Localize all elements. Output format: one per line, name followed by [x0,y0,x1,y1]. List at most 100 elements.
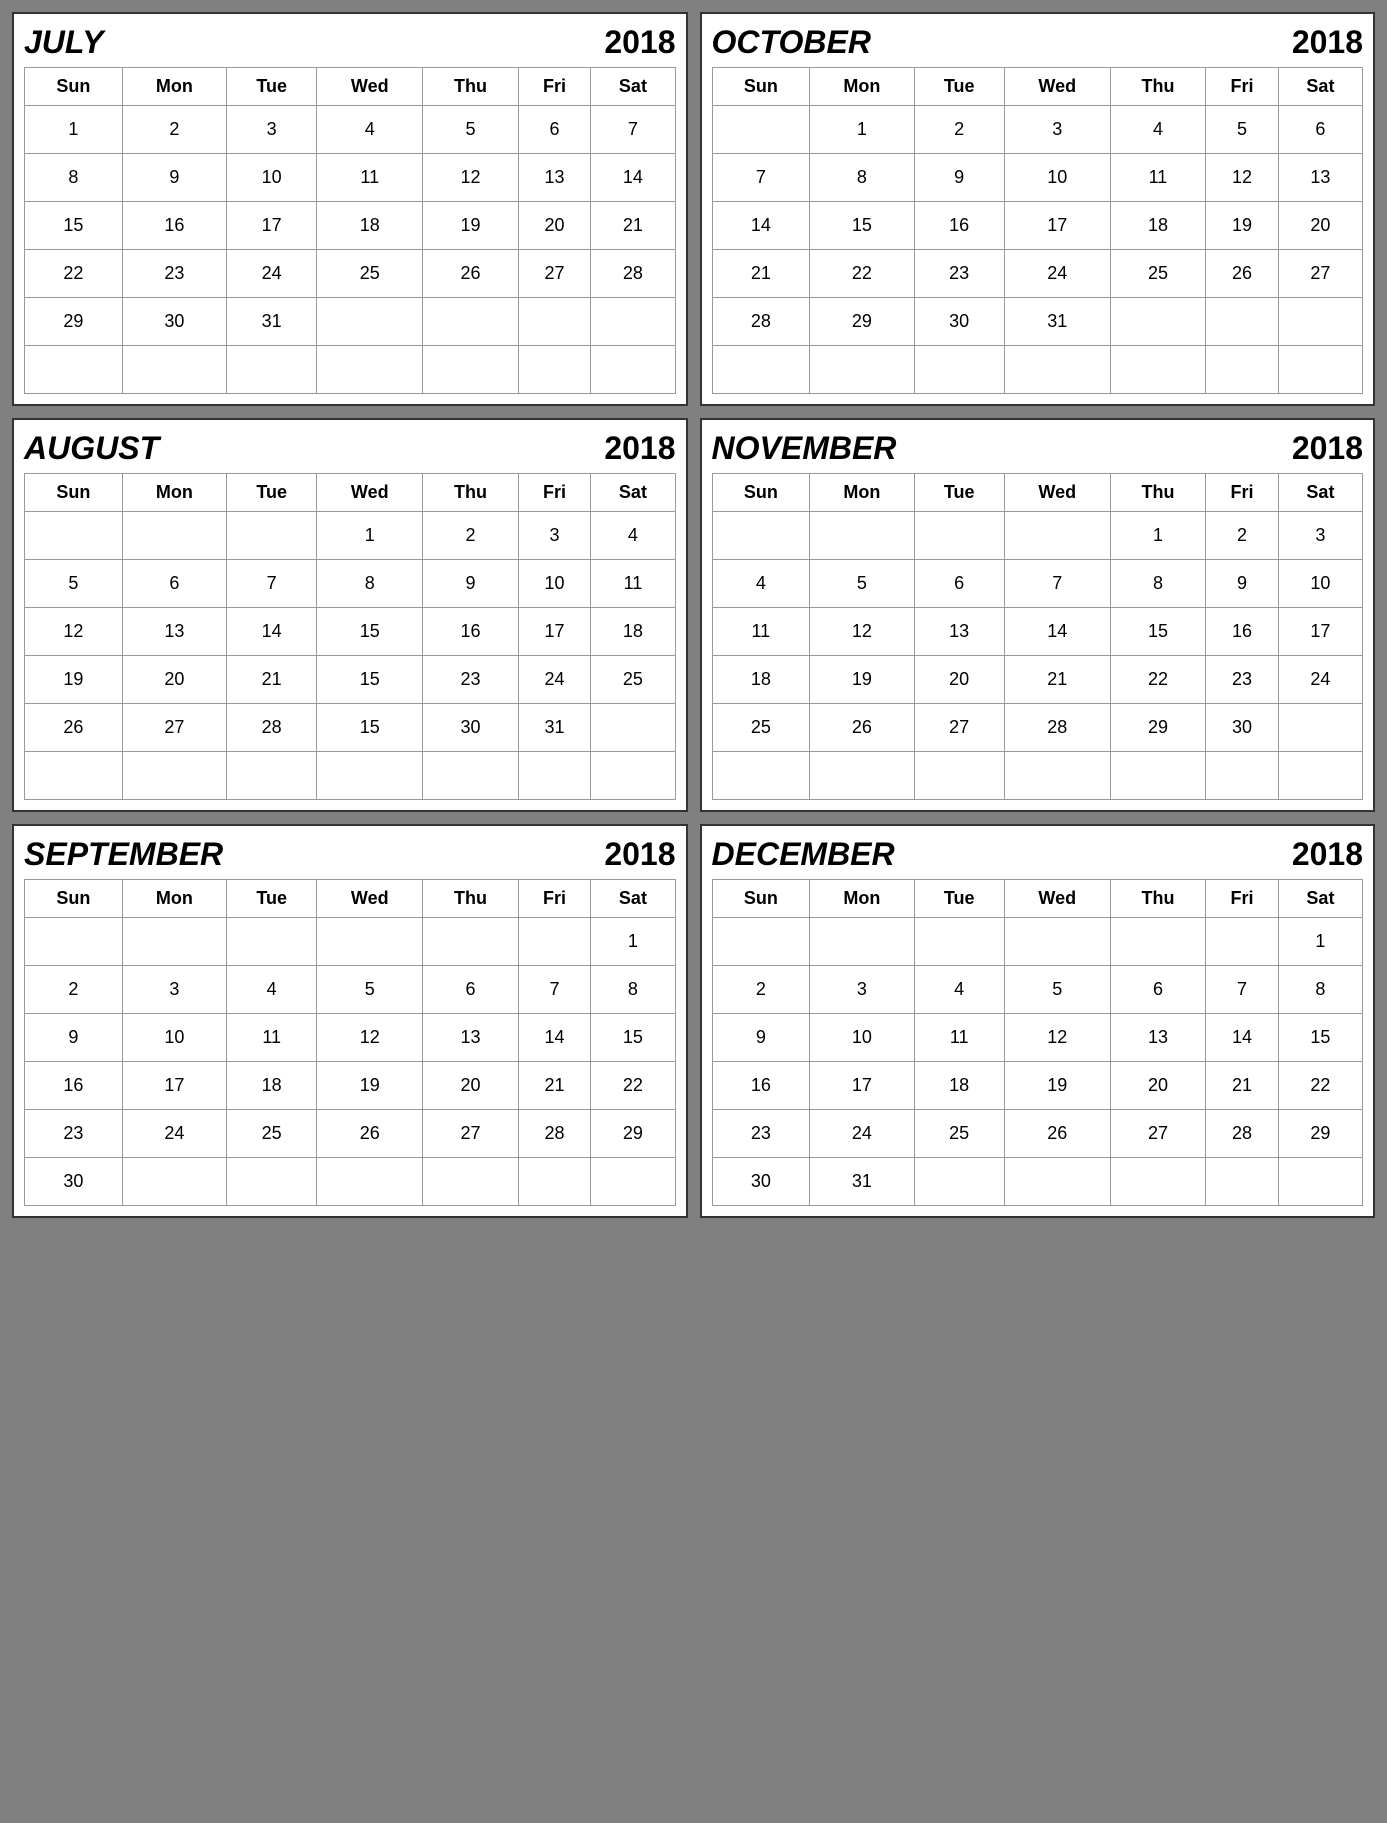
day-cell [914,512,1004,560]
day-cell: 25 [712,704,810,752]
day-cell: 29 [1110,704,1205,752]
day-header: Sat [1278,880,1362,918]
day-cell: 28 [712,298,810,346]
day-cell: 20 [423,1062,518,1110]
day-cell: 19 [1206,202,1279,250]
day-cell: 10 [1278,560,1362,608]
day-cell [914,918,1004,966]
day-cell: 2 [122,106,226,154]
table-row: 1234567 [25,106,676,154]
day-cell: 12 [25,608,123,656]
day-cell: 5 [317,966,423,1014]
day-cell [1278,1158,1362,1206]
calendar-table: SunMonTueWedThuFriSat1234567891011121314… [712,473,1364,800]
table-row: 567891011 [25,560,676,608]
day-cell: 1 [25,106,123,154]
table-row [712,346,1363,394]
day-cell: 3 [227,106,317,154]
day-cell [712,106,810,154]
day-cell: 15 [1110,608,1205,656]
day-cell: 1 [1278,918,1362,966]
day-cell: 9 [914,154,1004,202]
day-cell: 13 [914,608,1004,656]
day-cell: 1 [1110,512,1205,560]
day-cell: 26 [25,704,123,752]
day-cell: 23 [712,1110,810,1158]
day-cell [1004,512,1110,560]
table-row: 9101112131415 [25,1014,676,1062]
day-cell [423,298,518,346]
day-cell: 9 [122,154,226,202]
day-cell: 28 [1004,704,1110,752]
table-row: 78910111213 [712,154,1363,202]
year-label: 2018 [604,430,675,467]
day-header: Wed [317,474,423,512]
day-header: Wed [1004,474,1110,512]
day-cell: 29 [591,1110,675,1158]
day-cell: 21 [1004,656,1110,704]
table-row: 3031 [712,1158,1363,1206]
day-header: Sat [1278,68,1362,106]
day-cell: 24 [518,656,591,704]
day-cell: 8 [591,966,675,1014]
day-cell: 19 [423,202,518,250]
month-label: AUGUST [24,430,159,467]
day-cell: 15 [317,608,423,656]
day-cell [712,512,810,560]
year-label: 2018 [604,24,675,61]
day-cell: 21 [1206,1062,1279,1110]
day-cell: 26 [1206,250,1279,298]
day-header: Sat [591,68,675,106]
day-cell: 5 [25,560,123,608]
day-cell: 18 [227,1062,317,1110]
day-header: Tue [914,68,1004,106]
day-cell: 7 [712,154,810,202]
table-row: 16171819202122 [712,1062,1363,1110]
month-label: SEPTEMBER [24,836,223,873]
day-cell: 10 [1004,154,1110,202]
day-cell: 4 [591,512,675,560]
day-cell [810,512,914,560]
day-cell [423,752,518,800]
day-cell: 30 [423,704,518,752]
calendar-table: SunMonTueWedThuFriSat1234567891011121314… [712,879,1364,1206]
day-cell: 4 [227,966,317,1014]
day-cell: 28 [227,704,317,752]
table-row: 2345678 [25,966,676,1014]
day-cell: 17 [1278,608,1362,656]
day-cell: 18 [914,1062,1004,1110]
day-cell [122,752,226,800]
day-cell: 16 [712,1062,810,1110]
day-cell: 27 [1278,250,1362,298]
day-header: Tue [914,880,1004,918]
day-cell: 28 [518,1110,591,1158]
day-cell: 19 [810,656,914,704]
day-cell: 2 [1206,512,1279,560]
day-cell: 2 [25,966,123,1014]
day-cell: 24 [122,1110,226,1158]
day-cell: 22 [25,250,123,298]
day-header: Tue [227,68,317,106]
year-label: 2018 [1292,24,1363,61]
day-header: Tue [914,474,1004,512]
day-cell: 6 [1110,966,1205,1014]
day-cell: 16 [914,202,1004,250]
calendar-table: SunMonTueWedThuFriSat1234567891011121314… [24,67,676,394]
day-cell: 9 [1206,560,1279,608]
day-header: Sat [1278,474,1362,512]
day-cell: 16 [1206,608,1279,656]
table-row: 123 [712,512,1363,560]
table-row: 30 [25,1158,676,1206]
day-cell [712,752,810,800]
calendar-august: AUGUST2018SunMonTueWedThuFriSat123456789… [12,418,688,812]
day-cell: 20 [122,656,226,704]
day-cell: 5 [423,106,518,154]
day-cell [914,752,1004,800]
day-cell: 3 [122,966,226,1014]
day-cell: 7 [591,106,675,154]
day-cell [317,1158,423,1206]
day-cell: 17 [518,608,591,656]
day-cell: 10 [227,154,317,202]
day-cell [227,1158,317,1206]
day-cell: 9 [712,1014,810,1062]
